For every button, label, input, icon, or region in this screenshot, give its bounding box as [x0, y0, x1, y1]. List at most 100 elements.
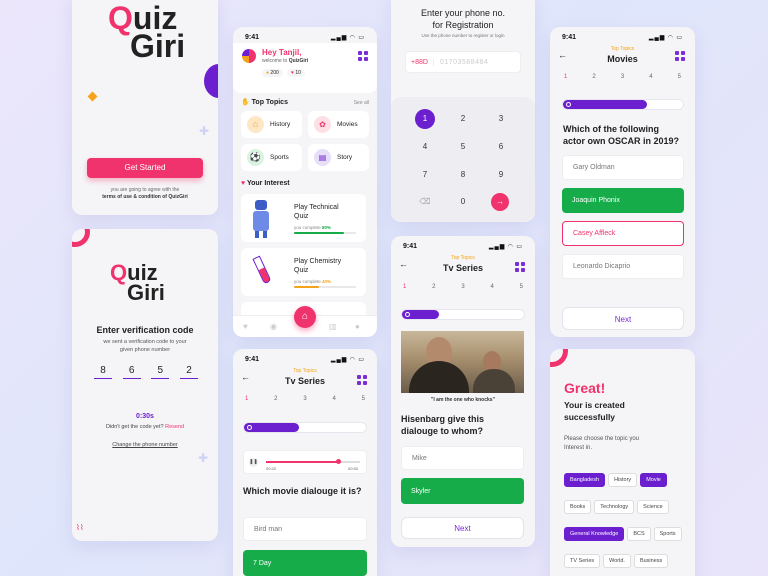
- key-6[interactable]: 6: [491, 142, 511, 151]
- answer-option-selected[interactable]: Skyler: [401, 478, 524, 504]
- code-inputs: 8 6 5 2: [94, 365, 198, 379]
- profile-icon[interactable]: ●: [355, 322, 360, 331]
- pause-icon[interactable]: ❚❚: [249, 458, 258, 467]
- explore-icon[interactable]: ◉: [270, 322, 277, 331]
- topic-chip[interactable]: History: [608, 473, 638, 487]
- image-question-screen: 9:41 ▂▄▆ ◠ ▭ ← Top Topics Tv Series 12345…: [391, 236, 535, 547]
- interest-progress-bar: [294, 232, 356, 234]
- audio-track-fill: [266, 459, 342, 464]
- key-3[interactable]: 3: [491, 114, 511, 123]
- topic-chip[interactable]: Science: [637, 500, 669, 514]
- answer-option[interactable]: Bird man: [243, 517, 367, 541]
- favorites-icon[interactable]: ♥: [243, 322, 248, 331]
- verify-title: Enter verification code: [96, 325, 194, 335]
- home-screen: 9:41 ▂▄▆ ◠ ▭ Hey Tanjil, welcome to QuizG…: [233, 27, 377, 337]
- audio-scrubber[interactable]: [336, 459, 342, 464]
- timer-icon: [566, 102, 571, 107]
- next-button[interactable]: Next: [562, 307, 684, 330]
- topic-chip[interactable]: TV Series: [564, 554, 601, 568]
- status-bar: 9:41 ▂▄▆ ◠ ▭: [245, 355, 365, 363]
- interest-card-technical[interactable]: Play Technical Quiz you complete 80%: [241, 194, 366, 242]
- key-0[interactable]: 0: [453, 197, 473, 206]
- menu-grid-icon[interactable]: [675, 51, 685, 61]
- phone-number-value: 01703588484: [439, 58, 489, 66]
- key-7[interactable]: 7: [415, 170, 435, 179]
- answer-option-wrong[interactable]: Casey Affleck: [562, 221, 684, 246]
- topic-chips: Bangladesh History Movie Books Technology Sci…: [564, 468, 689, 576]
- key-9[interactable]: 9: [491, 170, 511, 179]
- code-digit[interactable]: 2: [179, 365, 198, 379]
- interest-progress-fill: [294, 286, 319, 288]
- key-1[interactable]: 1: [415, 109, 435, 129]
- menu-grid-icon[interactable]: [357, 375, 367, 385]
- answer-option-correct[interactable]: Joaquin Phonix: [562, 188, 684, 213]
- topic-card-sports[interactable]: ⚽ Sports: [241, 144, 302, 171]
- answer-option[interactable]: Gary Oldman: [562, 155, 684, 180]
- hearts-badge: ♥ 10: [287, 69, 305, 77]
- get-started-button[interactable]: Get Started: [87, 158, 203, 178]
- country-code[interactable]: +88D: [406, 58, 434, 66]
- avatar[interactable]: [242, 49, 256, 63]
- phone-input[interactable]: +88D 01703588484: [405, 51, 521, 73]
- purple-circle-decor: [204, 64, 218, 98]
- key-2[interactable]: 2: [453, 114, 473, 123]
- change-phone-link[interactable]: Change the phone number: [72, 442, 218, 448]
- home-header: [233, 43, 377, 93]
- topic-card-history[interactable]: ⌂ History: [241, 111, 302, 138]
- pink-arc-decor: [550, 349, 568, 367]
- code-digit[interactable]: 8: [94, 365, 112, 379]
- home-icon[interactable]: ⌂: [294, 306, 316, 328]
- screen-title: Tv Series: [442, 263, 484, 273]
- next-button[interactable]: Next: [401, 517, 524, 539]
- topic-chip[interactable]: Bangladesh: [564, 473, 606, 487]
- plus-decor: ✚: [198, 451, 209, 465]
- see-all-link[interactable]: See all: [354, 100, 369, 106]
- interest-card-chemistry[interactable]: Play Chemistry Quiz you complete 40%: [241, 248, 366, 296]
- menu-grid-icon[interactable]: [515, 262, 525, 272]
- key-4[interactable]: 4: [415, 142, 435, 151]
- topic-chip[interactable]: Sports: [653, 527, 682, 541]
- topic-chip[interactable]: Business: [633, 554, 669, 568]
- audio-track[interactable]: [266, 459, 360, 464]
- key-5[interactable]: 5: [453, 142, 473, 151]
- interest-progress-bar: [294, 286, 356, 288]
- question-text: Which movie dialouge it is?: [243, 486, 362, 496]
- topic-card-movies[interactable]: ✿ Movies: [308, 111, 369, 138]
- created-message: Your is created successfully: [564, 400, 625, 422]
- submit-arrow-button[interactable]: →: [491, 193, 509, 211]
- app-logo: Quiz Giri: [110, 260, 165, 305]
- topic-chip[interactable]: General Knowledge: [564, 527, 625, 541]
- coins-badge: ● 200: [262, 69, 283, 77]
- menu-grid-icon[interactable]: [358, 51, 368, 61]
- quiz-progress-fill: [402, 310, 439, 319]
- answer-option[interactable]: Leonardo Dicaprio: [562, 254, 684, 279]
- topic-chip[interactable]: BCS: [627, 527, 651, 541]
- screen-title: Tv Series: [284, 376, 326, 386]
- audio-question-screen: 9:41 ▂▄▆ ◠ ▭ ← Top Topics Tv Series 12345…: [233, 349, 377, 576]
- answer-option[interactable]: Mike: [401, 446, 524, 470]
- code-digit[interactable]: 5: [151, 365, 170, 379]
- topic-chip[interactable]: Movie: [640, 473, 667, 487]
- topic-chip[interactable]: World.: [603, 554, 631, 568]
- topic-tag: Top Topics: [293, 368, 317, 374]
- coin-icon: ●: [266, 70, 270, 76]
- resend-link[interactable]: Resend: [165, 424, 184, 430]
- topic-chip[interactable]: Books: [564, 500, 592, 514]
- code-digit[interactable]: 6: [122, 365, 141, 379]
- interest-progress-fill: [294, 232, 344, 234]
- topic-card-story[interactable]: ▤ Story: [308, 144, 369, 171]
- leaderboard-icon[interactable]: ▥: [329, 322, 337, 331]
- terms-link[interactable]: terms of use & condition of QuizGiri: [72, 194, 218, 201]
- screen-title: Movies: [607, 54, 638, 64]
- key-8[interactable]: 8: [453, 170, 473, 179]
- backspace-icon[interactable]: ⌫: [415, 197, 435, 206]
- terms-text: you are going to agree with the terms of…: [72, 187, 218, 201]
- status-bar: 9:41 ▂▄▆ ◠ ▭: [562, 33, 683, 41]
- status-bar: 9:41 ▂▄▆ ◠ ▭: [403, 242, 523, 250]
- topic-chip[interactable]: Technology: [594, 500, 635, 514]
- answer-option-selected[interactable]: 7 Day: [243, 550, 367, 576]
- timer-icon: [247, 425, 252, 430]
- question-image: [401, 331, 524, 393]
- status-bar: 9:41 ▂▄▆ ◠ ▭: [245, 33, 365, 41]
- quiz-progress: [243, 422, 367, 433]
